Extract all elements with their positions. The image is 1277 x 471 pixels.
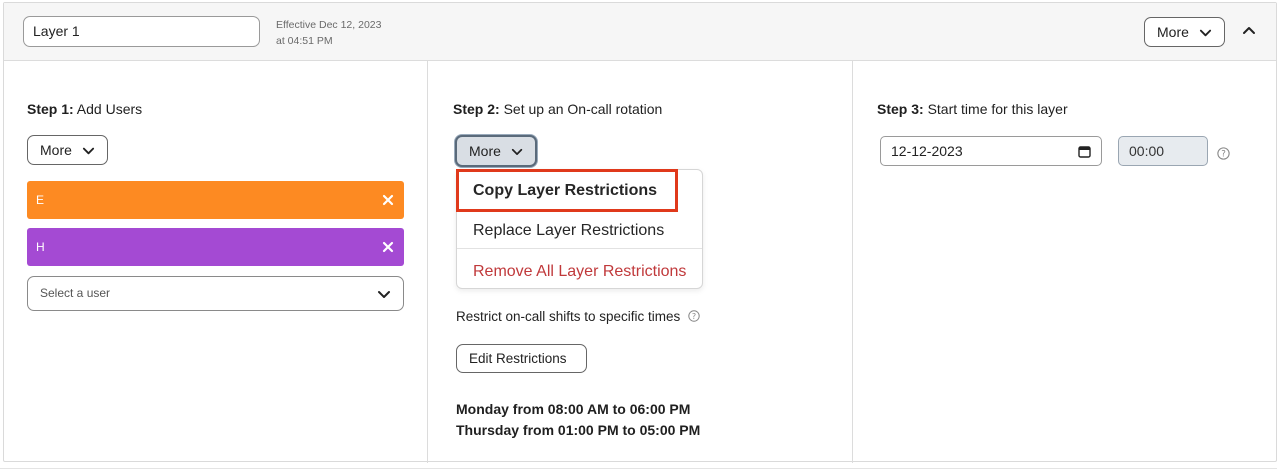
step1-title: Step 1: Add Users <box>27 101 143 117</box>
help-circle-icon[interactable]: ? <box>1217 147 1230 160</box>
chevron-up-icon[interactable] <box>1241 22 1257 38</box>
chevron-down-icon <box>378 291 390 298</box>
edit-restrictions-button[interactable]: Edit Restrictions <box>456 344 587 373</box>
chevron-down-icon <box>1199 29 1211 36</box>
menu-item-remove-restrictions[interactable]: Remove All Layer Restrictions <box>473 263 686 281</box>
svg-text:?: ? <box>692 312 696 321</box>
select-user-placeholder: Select a user <box>40 286 111 300</box>
start-date-input[interactable]: 12-12-2023 <box>880 136 1102 166</box>
layer-header: Layer 1 Effective Dec 12, 2023 at 04:51 … <box>4 3 1276 61</box>
help-circle-icon[interactable]: ? <box>688 310 700 322</box>
step2-panel: Step 2: Set up an On-call rotation More … <box>428 61 853 463</box>
menu-divider <box>457 248 702 249</box>
header-more-label: More <box>1157 24 1189 40</box>
start-time-value: 00:00 <box>1129 143 1165 159</box>
restrict-label: Restrict on-call shifts to specific time… <box>456 309 700 324</box>
step2-more-label: More <box>469 143 501 159</box>
user-item: E <box>27 181 404 219</box>
step2-more-button[interactable]: More <box>455 135 537 167</box>
user-initial: H <box>36 240 45 254</box>
close-icon[interactable] <box>382 241 394 253</box>
step2-title: Step 2: Set up an On-call rotation <box>453 101 663 117</box>
layer-name-input[interactable]: Layer 1 <box>23 16 260 47</box>
layer-card: Layer 1 Effective Dec 12, 2023 at 04:51 … <box>3 2 1277 463</box>
step3-panel: Step 3: Start time for this layer 12-12-… <box>853 61 1277 463</box>
step1-more-button[interactable]: More <box>27 135 108 165</box>
calendar-icon[interactable] <box>1078 145 1091 158</box>
chevron-down-icon <box>511 148 523 155</box>
start-time-input[interactable]: 00:00 <box>1118 136 1208 166</box>
effective-date: Effective Dec 12, 2023 at 04:51 PM <box>276 19 382 47</box>
header-more-button[interactable]: More <box>1144 17 1225 47</box>
menu-item-copy-restrictions[interactable]: Copy Layer Restrictions <box>473 182 657 200</box>
svg-text:?: ? <box>1221 150 1226 160</box>
start-date-value: 12-12-2023 <box>891 143 963 159</box>
more-dropdown-menu: Copy Layer Restrictions Replace Layer Re… <box>456 169 703 289</box>
divider <box>0 468 1277 469</box>
step1-panel: Step 1: Add Users More E H Select a user <box>4 61 428 463</box>
close-icon[interactable] <box>382 194 394 206</box>
user-initial: E <box>36 193 45 207</box>
edit-restrictions-label: Edit Restrictions <box>469 351 567 366</box>
schedule-line: Monday from 08:00 AM to 06:00 PM <box>456 401 691 417</box>
chevron-down-icon <box>82 147 94 154</box>
select-user-dropdown[interactable]: Select a user <box>27 276 404 311</box>
schedule-line: Thursday from 01:00 PM to 05:00 PM <box>456 422 701 438</box>
step1-more-label: More <box>40 142 72 158</box>
user-item: H <box>27 228 404 266</box>
step3-title: Step 3: Start time for this layer <box>877 101 1068 117</box>
menu-item-replace-restrictions[interactable]: Replace Layer Restrictions <box>473 222 664 240</box>
